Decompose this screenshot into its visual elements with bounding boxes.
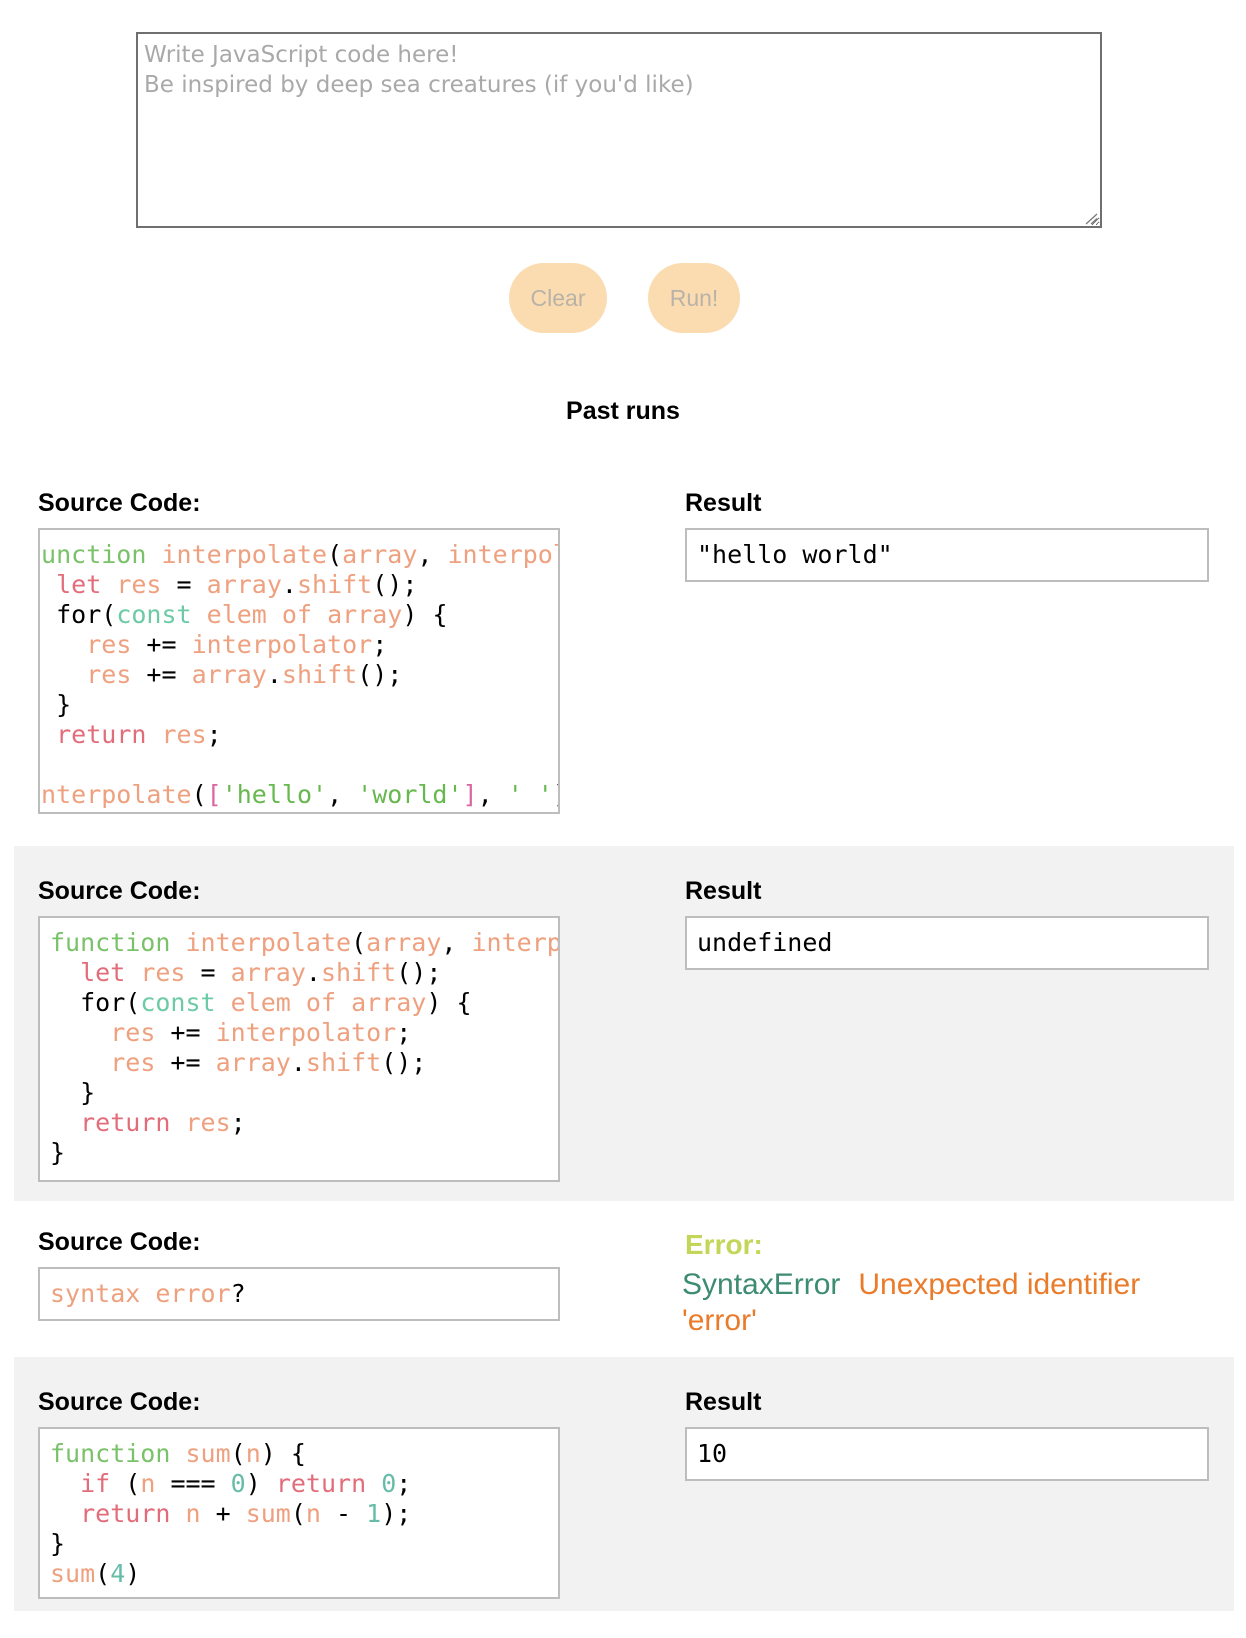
error-label: Error: bbox=[685, 1229, 763, 1260]
error-message: SyntaxError Unexpected identifier 'error' bbox=[682, 1267, 1222, 1339]
source-code-box: function interpolate(array, interpolator… bbox=[38, 916, 560, 1182]
code-editor[interactable] bbox=[136, 32, 1102, 228]
result-label: Result bbox=[685, 1388, 762, 1416]
source-code: syntax error? bbox=[50, 1279, 246, 1308]
result-label: Result bbox=[685, 877, 762, 905]
source-code-label: Source Code: bbox=[38, 877, 201, 905]
source-code-label: Source Code: bbox=[38, 1388, 201, 1416]
source-code: function interpolate(array, interpolator… bbox=[50, 928, 560, 1167]
error-type: SyntaxError bbox=[682, 1268, 841, 1301]
clear-button[interactable]: Clear bbox=[509, 263, 607, 333]
result-box: 10 bbox=[685, 1427, 1209, 1481]
past-run: Source Code: syntax error? Error: Syntax… bbox=[14, 1201, 1234, 1357]
source-code-box: function sum(n) { if (n === 0) return 0;… bbox=[38, 1427, 560, 1599]
past-runs-heading: Past runs bbox=[566, 397, 680, 425]
source-code-label: Source Code: bbox=[38, 489, 201, 517]
result-box: "hello world" bbox=[685, 528, 1209, 582]
source-code-box: syntax error? bbox=[38, 1267, 560, 1321]
result-value: undefined bbox=[697, 928, 833, 957]
run-button[interactable]: Run! bbox=[648, 263, 740, 333]
result-value: 10 bbox=[697, 1439, 728, 1468]
result-label: Result bbox=[685, 489, 762, 517]
past-run: Source Code: function sum(n) { if (n ===… bbox=[14, 1357, 1234, 1611]
source-code: function interpolate(array, interpolator… bbox=[38, 540, 558, 809]
source-code: function sum(n) { if (n === 0) return 0;… bbox=[50, 1439, 412, 1588]
source-code-box: function interpolate(array, interpolator… bbox=[38, 528, 560, 814]
result-box: undefined bbox=[685, 916, 1209, 970]
source-code-label: Source Code: bbox=[38, 1228, 201, 1256]
past-run: Source Code: function interpolate(array,… bbox=[14, 470, 1234, 826]
result-value: "hello world" bbox=[697, 540, 893, 569]
past-run: Source Code: function interpolate(array,… bbox=[14, 846, 1234, 1201]
